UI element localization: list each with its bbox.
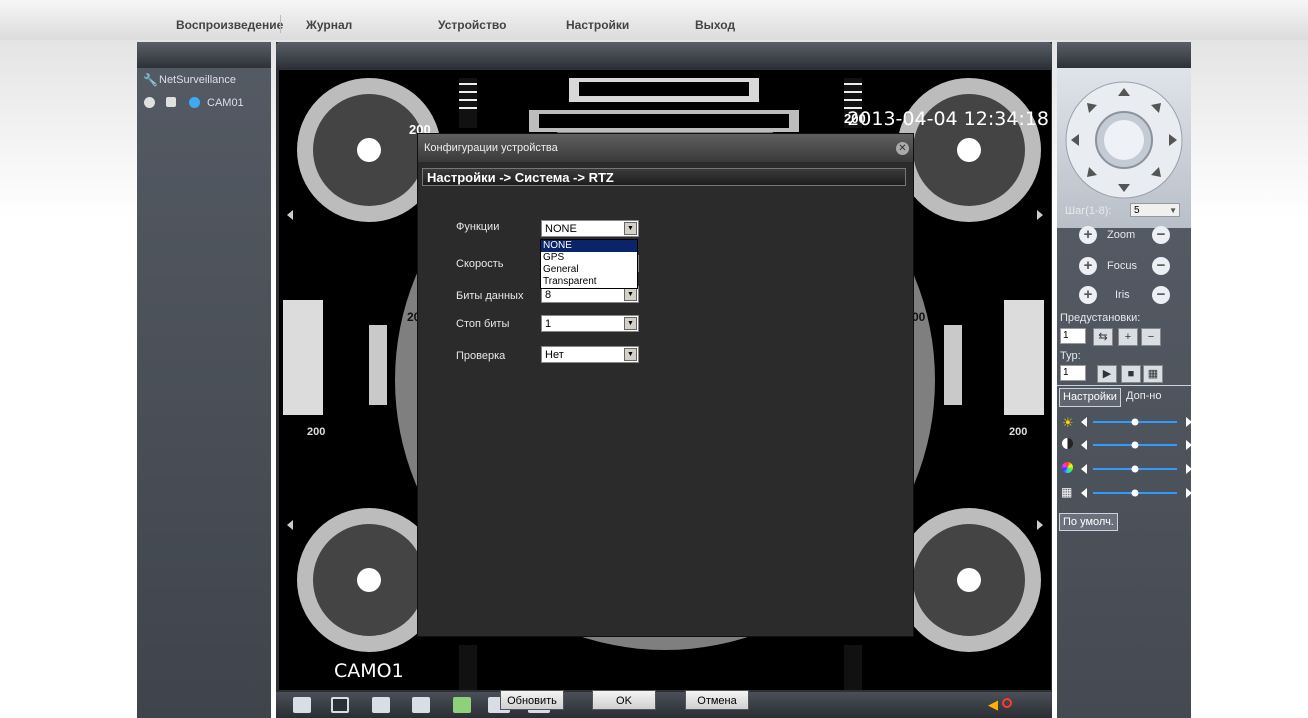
device-tree-panel: 🔧 NetSurveillance CAM01 xyxy=(137,42,271,718)
refresh-button[interactable]: Обновить xyxy=(500,690,564,710)
zoom-out-icon[interactable]: − xyxy=(1152,226,1170,244)
cancel-button[interactable]: Отмена xyxy=(685,690,749,710)
iris-close-icon[interactable]: − xyxy=(1152,286,1170,304)
saturation-icon xyxy=(1062,462,1073,473)
chevron-down-icon: ▼ xyxy=(624,288,637,301)
top-menu-bar: Воспроизведение Журнал Устройство Настро… xyxy=(0,0,1308,40)
wrench-icon: 🔧 xyxy=(143,73,158,87)
menu-device[interactable]: Устройство xyxy=(438,18,506,32)
device-config-dialog: Конфигурации устройства ✕ Настройки -> С… xyxy=(417,133,914,710)
chevron-down-icon: ▼ xyxy=(624,348,637,361)
hue-icon: ▦ xyxy=(1061,485,1073,499)
play-icon[interactable] xyxy=(166,97,176,107)
video-panel-header xyxy=(276,42,1052,68)
hue-slider[interactable] xyxy=(1079,487,1195,499)
chart-mark: 200 xyxy=(1009,426,1028,438)
tree-camera-label[interactable]: CAM01 xyxy=(207,97,244,109)
iris-open-icon[interactable]: + xyxy=(1079,286,1097,304)
default-button[interactable]: По умолч. xyxy=(1059,513,1118,531)
dialog-titlebar[interactable]: Конфигурации устройства ✕ xyxy=(418,134,913,162)
divider xyxy=(1057,385,1191,386)
speaker-icon[interactable]: ◀ xyxy=(988,697,998,713)
data-bits-value: 8 xyxy=(545,289,552,301)
step-select[interactable]: 5 ▼ xyxy=(1130,203,1180,217)
single-view-icon[interactable] xyxy=(331,697,349,713)
tour-play-icon[interactable]: ▶ xyxy=(1097,365,1117,383)
tour-input[interactable]: 1 xyxy=(1060,365,1086,381)
iris-label: Iris xyxy=(1115,289,1130,301)
contrast-icon xyxy=(1062,438,1073,449)
chart-mark: 00 xyxy=(912,310,926,324)
parity-label: Проверка xyxy=(456,350,506,362)
step-label: Шаг(1-8): xyxy=(1065,205,1112,217)
preset-input[interactable]: 1 xyxy=(1060,328,1086,344)
tour-label: Тур: xyxy=(1060,350,1081,362)
parity-select[interactable]: Нет ▼ xyxy=(541,346,639,363)
menu-exit[interactable]: Выход xyxy=(695,18,735,32)
camera-icon[interactable] xyxy=(189,97,200,108)
zoom-in-icon[interactable]: + xyxy=(1079,226,1097,244)
video-timestamp: 2013-04-04 12:34:18 xyxy=(847,108,1049,130)
dropdown-option[interactable]: Transparent xyxy=(541,276,637,288)
menu-settings[interactable]: Настройки xyxy=(566,18,629,32)
step-value: 5 xyxy=(1134,205,1140,216)
chart-mark: 200 xyxy=(307,426,326,438)
presets-label: Предустановки: xyxy=(1060,312,1141,324)
zoom-label: Zoom xyxy=(1107,229,1136,241)
functions-select[interactable]: NONE ▼ xyxy=(541,220,639,237)
record-icon[interactable] xyxy=(372,697,390,713)
tab-extra[interactable]: Доп-но xyxy=(1123,388,1165,405)
ptz-panel: Шаг(1-8): 5 ▼ + Zoom − + Focus − + Iris … xyxy=(1057,42,1192,718)
remove-preset-icon[interactable]: − xyxy=(1141,328,1161,346)
menu-separator xyxy=(280,15,281,33)
dropdown-option[interactable]: NONE xyxy=(541,240,637,252)
chevron-down-icon: ▼ xyxy=(1169,206,1177,215)
dropdown-option[interactable]: GPS xyxy=(541,252,637,264)
stop-record-icon[interactable] xyxy=(412,697,430,713)
functions-dropdown-list: NONE GPS General Transparent xyxy=(540,239,638,289)
focus-in-icon[interactable]: + xyxy=(1079,257,1097,275)
parity-value: Нет xyxy=(545,349,564,361)
tour-stop-icon[interactable]: ■ xyxy=(1121,365,1141,383)
focus-label: Focus xyxy=(1107,260,1137,272)
menu-playback[interactable]: Воспроизведение xyxy=(176,18,283,32)
dropdown-option[interactable]: General xyxy=(541,264,637,276)
contrast-slider[interactable] xyxy=(1079,439,1195,451)
functions-value: NONE xyxy=(545,223,577,235)
functions-label: Функции xyxy=(456,221,500,233)
camera-overlay-label: CAMO1 xyxy=(334,660,404,682)
brightness-slider[interactable] xyxy=(1079,416,1195,428)
tree-root-label[interactable]: NetSurveillance xyxy=(159,74,236,86)
snapshot-icon[interactable] xyxy=(453,697,471,713)
stop-bits-select[interactable]: 1 ▼ xyxy=(541,315,639,332)
dialog-title: Конфигурации устройства xyxy=(424,142,558,154)
goto-preset-icon[interactable]: ⇆ xyxy=(1093,328,1113,346)
chevron-down-icon: ▼ xyxy=(624,222,637,235)
stop-bits-label: Стоп биты xyxy=(456,318,510,330)
stop-bits-value: 1 xyxy=(545,318,552,330)
video-toolbar: ◀ xyxy=(276,692,1052,718)
speed-label: Скорость xyxy=(456,258,504,270)
breadcrumb: Настройки -> Система -> RTZ xyxy=(422,168,906,186)
tab-settings[interactable]: Настройки xyxy=(1059,388,1121,407)
data-bits-label: Биты данных xyxy=(456,290,524,302)
menu-log[interactable]: Журнал xyxy=(306,18,352,32)
mute-icon[interactable] xyxy=(1002,698,1012,708)
ok-button[interactable]: OK xyxy=(592,690,656,710)
focus-out-icon[interactable]: − xyxy=(1152,257,1170,275)
fullscreen-icon[interactable] xyxy=(293,697,311,713)
brightness-icon: ☀ xyxy=(1062,415,1074,430)
saturation-slider[interactable] xyxy=(1079,463,1195,475)
tour-grid-icon[interactable]: ▦ xyxy=(1143,365,1163,383)
close-icon[interactable]: ✕ xyxy=(896,142,909,155)
chevron-down-icon: ▼ xyxy=(624,317,637,330)
stop-icon[interactable] xyxy=(144,97,155,108)
device-tree-header xyxy=(137,42,271,68)
add-preset-icon[interactable]: + xyxy=(1118,328,1138,346)
ptz-panel-header xyxy=(1057,42,1191,68)
